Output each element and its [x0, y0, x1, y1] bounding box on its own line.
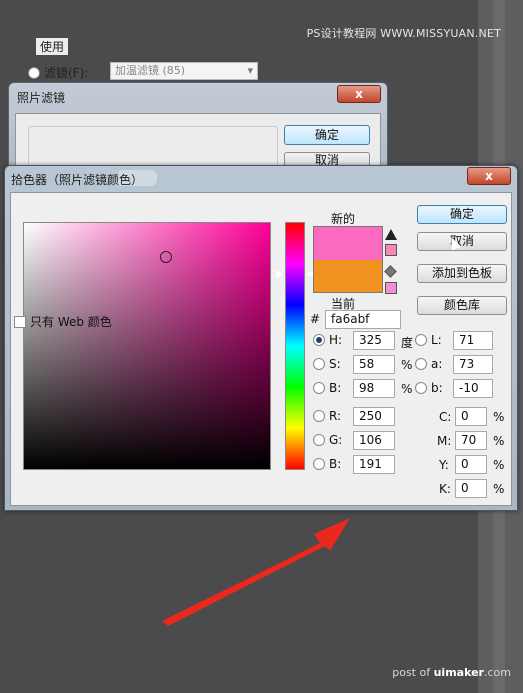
watermark-suffix: .com — [484, 666, 511, 679]
watermark-prefix: post of — [392, 666, 434, 679]
annotation-arrow-shape — [162, 518, 350, 626]
watermark-brand: uimaker — [433, 666, 484, 679]
annotation-arrow-icon — [162, 518, 350, 626]
watermark-bottom: post of uimaker.com — [392, 666, 511, 679]
